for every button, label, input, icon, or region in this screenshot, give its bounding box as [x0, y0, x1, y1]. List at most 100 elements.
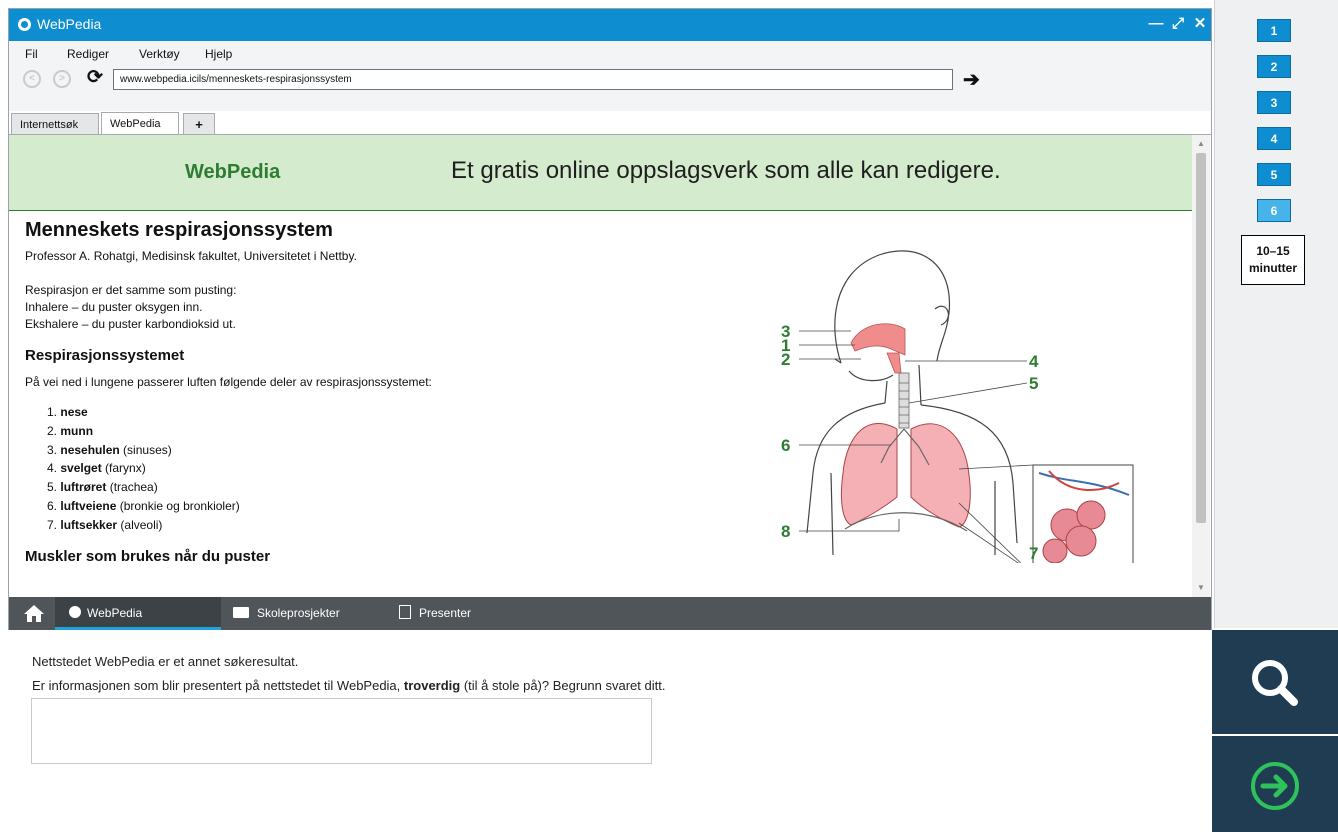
new-tab-button[interactable]: + [183, 113, 215, 135]
list-number: 6. [47, 498, 58, 513]
time-estimate: 10–15 minutter [1241, 235, 1305, 285]
question-navigator: 1 2 3 4 5 6 10–15 minutter [1214, 0, 1338, 628]
question-part: (til å stole på)? Begrunn svaret ditt. [460, 678, 666, 693]
next-button[interactable] [1212, 736, 1338, 832]
intro-line: Inhalere – du puster oksygen inn. [25, 300, 203, 314]
list-term: luftveiene [60, 498, 117, 513]
list-number: 4. [47, 461, 58, 476]
article-title: Menneskets respirasjonssystem [25, 219, 333, 241]
site-brand: WebPedia [185, 161, 281, 183]
intro-line: Respirasjon er det samme som pusting: [25, 283, 237, 297]
question-6-button[interactable]: 6 [1257, 199, 1291, 222]
parts-list: 1. nese 2. munn 3. nesehulen (sinuses) 4… [47, 403, 745, 535]
time-range: 10–15 [1256, 244, 1290, 258]
question-5-button[interactable]: 5 [1257, 163, 1291, 186]
taskbar-label: WebPedia [87, 606, 143, 620]
list-term: nesehulen [60, 442, 120, 457]
list-number: 5. [47, 480, 58, 495]
window-title: WebPedia [37, 16, 102, 32]
list-number: 1. [47, 405, 58, 419]
article-author: Professor A. Rohatgi, Medisinsk fakultet… [25, 249, 357, 263]
list-term: nese [60, 405, 88, 419]
list-term: munn [60, 423, 94, 438]
section-heading-muscles: Muskler som brukes når du puster [25, 547, 271, 565]
question-2-button[interactable]: 2 [1257, 55, 1291, 78]
list-number: 3. [47, 442, 58, 457]
menu-bar: Fil Rediger Verktøy Hjelp [9, 41, 1211, 65]
list-item: 7. luftsekker (alveoli) [47, 516, 745, 535]
tab-internettsok[interactable]: Internettsøk [11, 113, 99, 135]
close-icon[interactable]: ✕ [1191, 15, 1209, 33]
list-note: (trachea) [106, 480, 158, 495]
section-text: På vei ned i lungene passerer luften føl… [25, 375, 432, 389]
tab-webpedia[interactable]: WebPedia [101, 112, 179, 135]
site-slogan: Et gratis online oppslagsverk som alle k… [451, 157, 1001, 184]
app-taskbar: WebPedia Skoleprosjekter Presenter [9, 597, 1211, 630]
navigation-bar: < > ⟳ ➔ [9, 65, 1211, 111]
menu-rediger[interactable]: Rediger [67, 47, 109, 61]
question-text: Nettstedet WebPedia er et annet søkeresu… [32, 650, 665, 698]
list-item: 4. svelget (farynx) [47, 459, 745, 478]
menu-verktoy[interactable]: Verktøy [139, 47, 180, 61]
time-unit: minutter [1249, 261, 1297, 275]
diagram-label: 6 [781, 436, 790, 455]
intro-line: Ekshalere – du puster karbondioksid ut. [25, 317, 236, 331]
page-content: WebPedia Et gratis online oppslagsverk s… [9, 135, 1193, 597]
folder-icon [233, 607, 249, 618]
taskbar-label: Skoleprosjekter [257, 606, 340, 620]
home-icon[interactable] [23, 597, 49, 630]
list-term: luftrøret [60, 480, 107, 495]
scroll-up-icon[interactable]: ▲ [1196, 139, 1206, 149]
search-button[interactable] [1212, 630, 1338, 734]
question-line: Er informasjonen som blir presentert på … [32, 674, 665, 698]
menu-hjelp[interactable]: Hjelp [205, 47, 232, 61]
scrollbar-thumb[interactable] [1196, 153, 1206, 523]
answer-textarea[interactable] [31, 698, 652, 764]
vertical-scrollbar[interactable]: ▲ ▼ [1192, 135, 1210, 597]
screen: WebPedia — ⤢ ✕ Fil Rediger Verktøy Hjelp… [0, 0, 1338, 832]
section-title: Respirasjonssystemet [25, 347, 185, 364]
globe-icon [69, 606, 81, 618]
list-term: luftsekker [60, 517, 118, 532]
back-icon[interactable]: < [23, 70, 41, 88]
list-item: 6. luftveiene (bronkie og bronkioler) [47, 497, 745, 516]
globe-icon [18, 18, 31, 31]
site-banner: WebPedia Et gratis online oppslagsverk s… [9, 135, 1193, 211]
list-note: (sinuses) [119, 442, 172, 457]
list-term: svelget [60, 461, 102, 476]
browser-window: WebPedia — ⤢ ✕ Fil Rediger Verktøy Hjelp… [8, 8, 1212, 630]
question-1-button[interactable]: 1 [1257, 19, 1291, 42]
window-titlebar: WebPedia — ⤢ ✕ [9, 9, 1211, 41]
diagram-label: 4 [1029, 352, 1039, 371]
minimize-icon[interactable]: — [1147, 15, 1165, 33]
list-number: 2. [47, 423, 58, 438]
diagram-label: 7 [1029, 544, 1038, 563]
scroll-down-icon[interactable]: ▼ [1196, 583, 1206, 593]
question-emphasis: troverdig [403, 678, 461, 693]
list-item: 1. nese [47, 403, 745, 422]
question-part: Er informasjonen som blir presentert på … [32, 678, 404, 693]
question-line: Nettstedet WebPedia er et annet søkeresu… [32, 654, 299, 669]
arrow-right-circle-icon [1251, 762, 1299, 810]
taskbar-presenter[interactable]: Presenter [399, 597, 529, 630]
forward-icon[interactable]: > [53, 70, 71, 88]
list-note: (farynx) [101, 461, 146, 476]
maximize-icon[interactable]: ⤢ [1169, 15, 1187, 33]
search-icon [1252, 660, 1298, 706]
go-arrow-icon[interactable]: ➔ [963, 67, 980, 92]
reload-icon[interactable]: ⟳ [87, 68, 107, 88]
taskbar-webpedia[interactable]: WebPedia [55, 597, 221, 630]
diagram-label: 8 [781, 522, 790, 541]
question-4-button[interactable]: 4 [1257, 127, 1291, 150]
menu-fil[interactable]: Fil [25, 47, 38, 61]
article: Menneskets respirasjonssystem Professor … [25, 219, 745, 565]
list-note: (bronkie og bronkioler) [116, 498, 240, 513]
list-number: 7. [47, 517, 58, 532]
question-3-button[interactable]: 3 [1257, 91, 1291, 114]
list-item: 2. munn [47, 422, 745, 441]
diagram-label: 5 [1029, 374, 1038, 393]
presentation-icon [399, 605, 411, 619]
taskbar-skoleprosjekter[interactable]: Skoleprosjekter [233, 597, 393, 630]
diagram-label: 2 [781, 350, 790, 369]
address-bar[interactable] [113, 69, 953, 90]
